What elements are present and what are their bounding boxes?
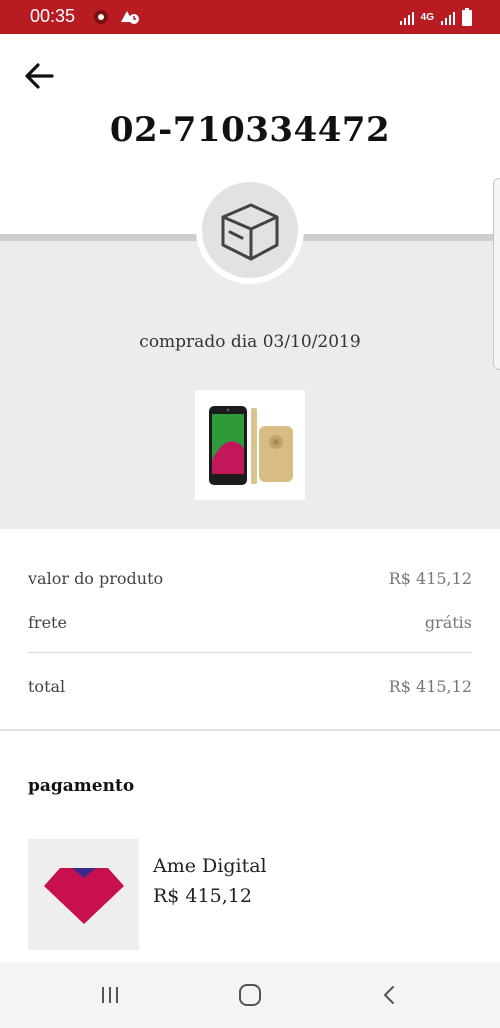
section-divider	[0, 729, 500, 731]
signal-icon	[399, 12, 414, 25]
order-summary: valor do produto R$ 415,12 frete grátis …	[0, 529, 500, 729]
side-scroll-handle[interactable]	[493, 178, 500, 370]
signal-icon	[441, 12, 455, 25]
status-right-icons: 4G	[399, 8, 472, 26]
notification-icon	[94, 10, 108, 24]
summary-label: frete	[28, 613, 67, 632]
summary-divider	[28, 652, 472, 653]
purchase-date: comprado dia 03/10/2019	[139, 332, 361, 352]
recent-apps-button[interactable]	[95, 980, 125, 1010]
summary-row-total: total R$ 415,12	[28, 677, 472, 696]
ame-digital-logo	[43, 867, 124, 924]
recent-apps-icon	[102, 987, 118, 1003]
product-image[interactable]	[195, 390, 305, 500]
home-button[interactable]	[235, 980, 265, 1010]
back-button[interactable]	[22, 58, 62, 98]
summary-value: grátis	[424, 613, 472, 632]
summary-row-shipping: frete grátis	[28, 613, 472, 632]
summary-label: total	[28, 677, 66, 696]
payment-amount: R$ 415,12	[153, 885, 252, 907]
payment-method-name: Ame Digital	[153, 855, 267, 877]
order-number: 02-710334472	[109, 110, 391, 150]
smartphone-product-image	[209, 406, 293, 485]
alarm-icon	[121, 11, 139, 24]
status-icon-circle	[196, 176, 304, 284]
status-bar: 00:35 4G	[0, 0, 500, 34]
summary-row-product: valor do produto R$ 415,12	[28, 569, 472, 588]
system-nav-bar	[0, 962, 500, 1028]
payment-title: pagamento	[28, 776, 135, 796]
battery-icon	[462, 8, 472, 26]
package-box-icon	[221, 203, 279, 261]
summary-value: R$ 415,12	[388, 677, 472, 696]
status-time: 00:35	[30, 6, 76, 26]
summary-value: R$ 415,12	[388, 569, 472, 588]
summary-label: valor do produto	[28, 569, 164, 588]
status-left-icons	[92, 8, 140, 26]
nav-back-button[interactable]	[375, 980, 405, 1010]
back-icon	[384, 986, 394, 1004]
arrow-left-icon	[25, 63, 54, 89]
payment-method-logo	[28, 839, 139, 950]
network-type-icon: 4G	[420, 12, 434, 23]
home-icon	[239, 984, 261, 1006]
